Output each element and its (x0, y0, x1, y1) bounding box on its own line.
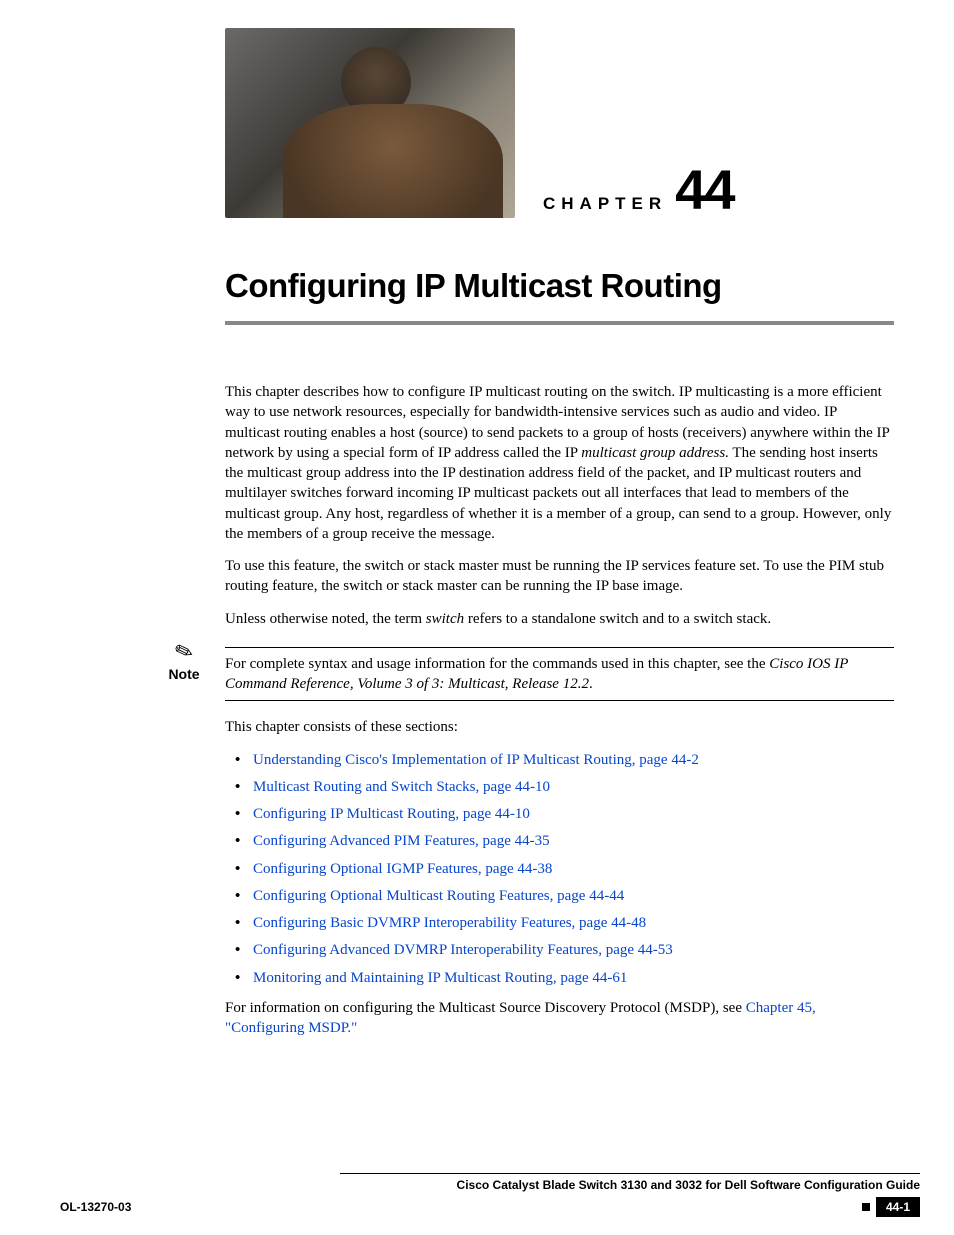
msdp-paragraph: For information on configuring the Multi… (225, 998, 894, 1039)
section-link[interactable]: Configuring Optional Multicast Routing F… (253, 888, 624, 904)
section-link[interactable]: Configuring Optional IGMP Features, page… (253, 861, 552, 877)
list-item: Configuring Advanced DVMRP Interoperabil… (225, 940, 894, 960)
chapter-word: CHAPTER (543, 193, 667, 216)
doc-id: OL-13270-03 (60, 1199, 131, 1215)
guide-title: Cisco Catalyst Blade Switch 3130 and 303… (340, 1173, 920, 1193)
list-item: Configuring IP Multicast Routing, page 4… (225, 804, 894, 824)
section-link[interactable]: Configuring Basic DVMRP Interoperability… (253, 915, 646, 931)
page-title: Configuring IP Multicast Routing (225, 264, 894, 309)
title-row: Configuring IP Multicast Routing (225, 264, 894, 325)
list-item: Understanding Cisco's Implementation of … (225, 750, 894, 770)
section-link[interactable]: Configuring Advanced DVMRP Interoperabil… (253, 942, 673, 958)
chapter-hero-image (225, 28, 515, 218)
note-rule-bottom (225, 700, 894, 701)
list-item: Configuring Optional Multicast Routing F… (225, 886, 894, 906)
section-link[interactable]: Understanding Cisco's Implementation of … (253, 752, 699, 768)
list-item: Monitoring and Maintaining IP Multicast … (225, 968, 894, 988)
section-link[interactable]: Configuring Advanced PIM Features, page … (253, 833, 550, 849)
body-column: This chapter describes how to configure … (225, 382, 894, 1050)
text: refers to a standalone switch and to a s… (464, 611, 771, 627)
term-multicast-group-address: multicast group address. (581, 445, 729, 461)
chapter-header-row: CHAPTER 44 (225, 28, 894, 218)
chapter-label-block: CHAPTER 44 (543, 162, 733, 218)
list-item: Multicast Routing and Switch Stacks, pag… (225, 777, 894, 797)
term-switch: switch (426, 611, 464, 627)
note-body: For complete syntax and usage informatio… (225, 641, 894, 702)
page-number-badge: 44-1 (876, 1197, 920, 1217)
note-gutter: ✎ Note (155, 641, 213, 684)
section-list: Understanding Cisco's Implementation of … (225, 750, 894, 988)
intro-paragraph-1: This chapter describes how to configure … (225, 382, 894, 544)
note-block: ✎ Note For complete syntax and usage inf… (155, 641, 894, 702)
chapter-number: 44 (675, 162, 733, 218)
section-link[interactable]: Monitoring and Maintaining IP Multicast … (253, 970, 627, 986)
footer-row: OL-13270-03 44-1 (60, 1197, 920, 1217)
section-link[interactable]: Configuring IP Multicast Routing, page 4… (253, 806, 530, 822)
note-label: Note (168, 665, 199, 684)
text: . (589, 676, 593, 692)
note-text: For complete syntax and usage informatio… (225, 654, 894, 695)
note-icon: ✎ (172, 638, 197, 665)
document-page: CHAPTER 44 Configuring IP Multicast Rout… (0, 0, 954, 1235)
title-rule (225, 321, 894, 325)
list-item: Configuring Advanced PIM Features, page … (225, 831, 894, 851)
intro-paragraph-3: Unless otherwise noted, the term switch … (225, 609, 894, 629)
list-item: Configuring Optional IGMP Features, page… (225, 859, 894, 879)
page-footer: Cisco Catalyst Blade Switch 3130 and 303… (60, 1173, 920, 1217)
text: For complete syntax and usage informatio… (225, 656, 769, 672)
intro-paragraph-2: To use this feature, the switch or stack… (225, 556, 894, 597)
text: Unless otherwise noted, the term (225, 611, 426, 627)
list-item: Configuring Basic DVMRP Interoperability… (225, 913, 894, 933)
section-link[interactable]: Multicast Routing and Switch Stacks, pag… (253, 779, 550, 795)
note-rule-top (225, 647, 894, 648)
sections-intro: This chapter consists of these sections: (225, 717, 894, 737)
text: For information on configuring the Multi… (225, 1000, 746, 1016)
